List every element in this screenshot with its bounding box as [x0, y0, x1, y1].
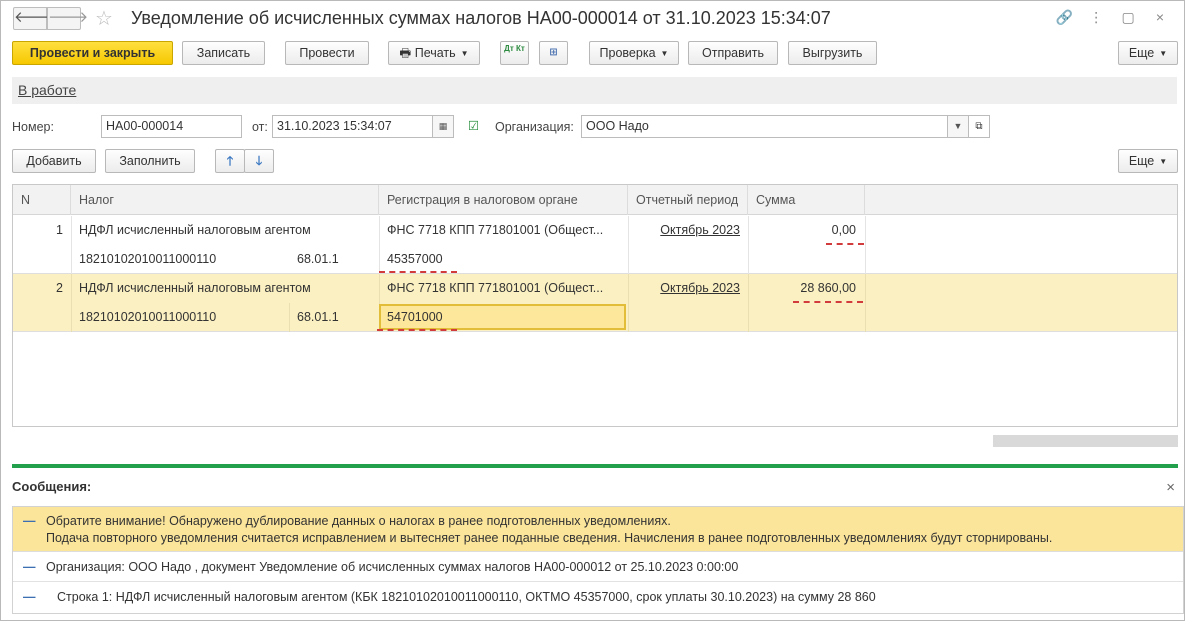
- fill-button[interactable]: Заполнить: [105, 149, 195, 173]
- oktmo-error-underline: [377, 329, 457, 331]
- date-label: от:: [252, 120, 268, 134]
- table-row-selected[interactable]: 2 НДФЛ исчисленный налоговым агентом 182…: [13, 274, 1177, 332]
- table-row[interactable]: 1 НДФЛ исчисленный налоговым агентом 182…: [13, 216, 1177, 274]
- messages-header: Сообщения:: [12, 479, 92, 494]
- row-number: 1: [56, 223, 63, 237]
- sum-value[interactable]: 0,00: [748, 216, 856, 245]
- column-header-n[interactable]: N: [13, 185, 71, 215]
- sum-value[interactable]: 28 860,00: [748, 274, 856, 303]
- oktmo[interactable]: 54701000: [379, 303, 628, 332]
- chevron-down-icon: ▼: [1159, 157, 1168, 166]
- messages-list: — Обратите внимание! Обнаружено дублиров…: [12, 506, 1184, 614]
- dt-kt-button[interactable]: Дт Кт: [500, 41, 529, 65]
- oktmo[interactable]: 45357000: [379, 245, 628, 274]
- chevron-down-icon: ▼: [460, 49, 469, 58]
- tax-name[interactable]: НДФЛ исчисленный налоговым агентом: [71, 216, 379, 245]
- org-check-icon: ☑: [468, 119, 480, 133]
- back-button[interactable]: 🡐: [13, 7, 54, 30]
- column-divider: [865, 274, 866, 332]
- messages-close-icon[interactable]: ×: [1166, 479, 1175, 496]
- table-header: N Налог Регистрация в налоговом органе О…: [13, 185, 1177, 215]
- sum-error-underline: [793, 301, 863, 303]
- tax-name[interactable]: НДФЛ исчисленный налоговым агентом: [71, 274, 379, 303]
- message-line: Организация: ООО Надо , документ Уведомл…: [46, 560, 739, 574]
- registration[interactable]: ФНС 7718 КПП 771801001 (Общест...: [379, 274, 628, 303]
- sum-error-underline: [826, 243, 864, 245]
- date-value: 31.10.2023 15:34:07: [277, 119, 392, 133]
- calendar-icon[interactable]: ▦: [432, 115, 454, 138]
- forward-button[interactable]: 🡒: [47, 7, 88, 30]
- organization-value: ООО Надо: [586, 119, 649, 133]
- row-number: 2: [56, 281, 63, 295]
- org-label: Организация:: [495, 120, 574, 134]
- status-link[interactable]: В работе: [18, 82, 76, 98]
- number-label: Номер:: [12, 120, 54, 134]
- export-button[interactable]: Выгрузить: [788, 41, 877, 65]
- maximize-icon[interactable]: ▢: [1114, 9, 1142, 26]
- horizontal-scrollbar[interactable]: [993, 435, 1178, 447]
- window-title: Уведомление об исчисленных суммах налого…: [131, 8, 831, 28]
- message-item-warning[interactable]: — Обратите внимание! Обнаружено дублиров…: [13, 507, 1183, 552]
- message-item[interactable]: — Организация: ООО Надо , документ Уведо…: [13, 552, 1183, 582]
- table-more-label: Еще: [1128, 154, 1155, 168]
- document-window: 🡐 🡒 ☆ Уведомление об исчисленных суммах …: [0, 0, 1185, 621]
- post-and-close-button[interactable]: Провести и закрыть: [12, 41, 173, 65]
- status-bar: В работе: [12, 77, 1177, 104]
- print-button[interactable]: 🖶 Печать ▼: [388, 41, 480, 65]
- title-bar: 🡐 🡒 ☆ Уведомление об исчисленных суммах …: [1, 1, 1184, 37]
- send-button[interactable]: Отправить: [688, 41, 778, 65]
- message-line: Строка 1: НДФЛ исчисленный налоговым аге…: [57, 590, 876, 604]
- column-divider: [865, 216, 866, 274]
- column-header-sum[interactable]: Сумма: [748, 185, 865, 215]
- message-item[interactable]: — Строка 1: НДФЛ исчисленный налоговым а…: [13, 582, 1183, 613]
- move-up-icon[interactable]: 🡑: [215, 149, 245, 173]
- close-icon[interactable]: ×: [1146, 9, 1174, 25]
- print-label: Печать: [414, 46, 456, 60]
- more-label: Еще: [1128, 46, 1155, 60]
- kbk[interactable]: 18210102010011000110: [71, 245, 271, 274]
- check-button[interactable]: Проверка ▼: [589, 41, 679, 65]
- registration[interactable]: ФНС 7718 КПП 771801001 (Общест...: [379, 216, 628, 245]
- message-line: Обратите внимание! Обнаружено дублирован…: [46, 514, 671, 528]
- post-button[interactable]: Провести: [285, 41, 369, 65]
- column-header-registration[interactable]: Регистрация в налоговом органе: [379, 185, 628, 215]
- more-actions-icon[interactable]: ⋮: [1082, 9, 1110, 26]
- message-line: Подача повторного уведомления считается …: [46, 531, 1053, 545]
- chevron-down-icon: ▼: [1159, 49, 1168, 58]
- add-row-button[interactable]: Добавить: [12, 149, 96, 173]
- kbk[interactable]: 18210102010011000110: [71, 303, 271, 332]
- dropdown-icon[interactable]: ▼: [947, 115, 969, 138]
- save-button[interactable]: Записать: [182, 41, 265, 65]
- reporting-period[interactable]: Октябрь 2023: [628, 274, 740, 303]
- open-organization-icon[interactable]: ⧉: [968, 115, 990, 138]
- message-dash-icon: —: [23, 514, 36, 528]
- organization-field[interactable]: ООО Надо ▼: [581, 115, 969, 138]
- structure-icon[interactable]: ⊞: [539, 41, 568, 65]
- account[interactable]: 68.01.1: [289, 245, 379, 274]
- reporting-period[interactable]: Октябрь 2023: [628, 216, 740, 245]
- more-button[interactable]: Еще ▼: [1118, 41, 1178, 65]
- column-header-tax[interactable]: Налог: [71, 185, 379, 215]
- taxes-table: N Налог Регистрация в налоговом органе О…: [12, 184, 1178, 427]
- date-field[interactable]: 31.10.2023 15:34:07 ▦: [272, 115, 454, 138]
- chevron-down-icon: ▼: [660, 49, 669, 58]
- check-label: Проверка: [599, 46, 656, 60]
- table-more-button[interactable]: Еще ▼: [1118, 149, 1178, 173]
- move-down-icon[interactable]: 🡓: [244, 149, 274, 173]
- window-controls: 🔗 ⋮ ▢ ×: [1050, 9, 1174, 26]
- message-dash-icon: —: [23, 590, 36, 604]
- message-dash-icon: —: [23, 560, 36, 574]
- link-icon[interactable]: 🔗: [1050, 9, 1078, 26]
- account[interactable]: 68.01.1: [289, 303, 379, 332]
- column-header-period[interactable]: Отчетный период: [628, 185, 748, 215]
- number-field[interactable]: НА00-000014: [101, 115, 242, 138]
- oktmo-error-underline: [379, 271, 457, 273]
- favorite-star-icon[interactable]: ☆: [95, 6, 113, 31]
- messages-divider: [12, 464, 1178, 468]
- printer-icon: 🖶: [399, 46, 412, 60]
